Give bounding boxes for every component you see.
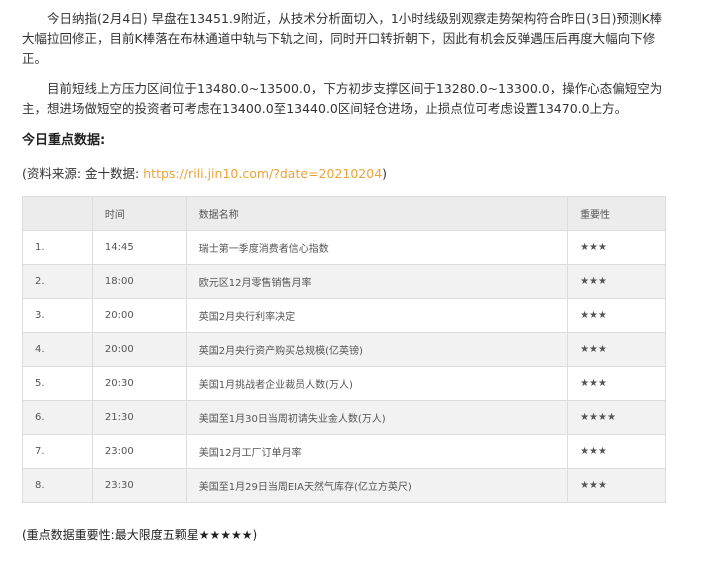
source-suffix: ) xyxy=(382,166,388,181)
cell-name: 美国1月挑战者企业裁员人数(万人) xyxy=(185,366,569,401)
cell-name: 欧元区12月零售销售月率 xyxy=(185,264,569,299)
cell-name: 瑞士第一季度消费者信心指数 xyxy=(185,230,569,265)
cell-importance: ★★★ xyxy=(567,298,666,333)
section-heading: 今日重点数据: xyxy=(22,133,106,148)
table-row: 4. 20:00 英国2月央行资产购买总规模(亿英镑) ★★★ xyxy=(22,332,666,367)
cell-name: 美国至1月30日当周初请失业金人数(万人) xyxy=(185,400,569,435)
cell-index: 5. xyxy=(22,366,93,401)
table-row: 2. 18:00 欧元区12月零售销售月率 ★★★ xyxy=(22,264,666,299)
table-row: 3. 20:00 英国2月央行利率决定 ★★★ xyxy=(22,298,666,333)
cell-importance: ★★★ xyxy=(567,332,666,367)
cell-index: 8. xyxy=(22,468,93,503)
cell-importance: ★★★ xyxy=(567,468,666,503)
source-prefix: (资料来源: 金十数据: xyxy=(22,166,144,181)
cell-time: 18:00 xyxy=(91,264,187,299)
header-importance: 重要性 xyxy=(567,196,666,231)
cell-time: 20:00 xyxy=(91,332,187,367)
cell-index: 6. xyxy=(22,400,93,435)
cell-index: 2. xyxy=(22,264,93,299)
cell-importance: ★★★ xyxy=(567,366,666,401)
table-row: 7. 23:00 美国12月工厂订单月率 ★★★ xyxy=(22,434,666,469)
cell-importance: ★★★★ xyxy=(567,400,666,435)
importance-note: (重点数据重要性:最大限度五颗星★★★★★) xyxy=(22,528,258,542)
cell-importance: ★★★ xyxy=(567,264,666,299)
header-name: 数据名称 xyxy=(185,196,569,231)
cell-index: 1. xyxy=(22,230,93,265)
table-header-row: 时间 数据名称 重要性 xyxy=(22,196,666,231)
article-paragraph-1: 今日纳指(2月4日) 早盘在13451.9附近，从技术分析面切入，1小时线级别观… xyxy=(22,11,663,66)
cell-time: 23:00 xyxy=(91,434,187,469)
cell-index: 4. xyxy=(22,332,93,367)
cell-time: 21:30 xyxy=(91,400,187,435)
cell-name: 英国2月央行资产购买总规模(亿英镑) xyxy=(185,332,569,367)
cell-name: 英国2月央行利率决定 xyxy=(185,298,569,333)
cell-time: 14:45 xyxy=(91,230,187,265)
table-row: 6. 21:30 美国至1月30日当周初请失业金人数(万人) ★★★★ xyxy=(22,400,666,435)
source-line: (资料来源: 金十数据: https://rili.jin10.com/?dat… xyxy=(22,163,387,182)
header-time: 时间 xyxy=(91,196,187,231)
cell-importance: ★★★ xyxy=(567,434,666,469)
header-index xyxy=(22,196,93,231)
data-table: 时间 数据名称 重要性 1. 14:45 瑞士第一季度消费者信心指数 ★★★ 2… xyxy=(22,196,666,503)
cell-name: 美国至1月29日当周EIA天然气库存(亿立方英尺) xyxy=(185,468,569,503)
cell-time: 20:30 xyxy=(91,366,187,401)
cell-time: 23:30 xyxy=(91,468,187,503)
table-row: 1. 14:45 瑞士第一季度消费者信心指数 ★★★ xyxy=(22,230,666,265)
cell-index: 3. xyxy=(22,298,93,333)
cell-importance: ★★★ xyxy=(567,230,666,265)
source-link[interactable]: https://rili.jin10.com/?date=20210204 xyxy=(143,166,382,181)
cell-index: 7. xyxy=(22,434,93,469)
cell-name: 美国12月工厂订单月率 xyxy=(185,434,569,469)
table-row: 8. 23:30 美国至1月29日当周EIA天然气库存(亿立方英尺) ★★★ xyxy=(22,468,666,503)
table-row: 5. 20:30 美国1月挑战者企业裁员人数(万人) ★★★ xyxy=(22,366,666,401)
cell-time: 20:00 xyxy=(91,298,187,333)
article-paragraph-2: 目前短线上方压力区间位于13480.0~13500.0，下方初步支撑区间于132… xyxy=(22,81,663,116)
